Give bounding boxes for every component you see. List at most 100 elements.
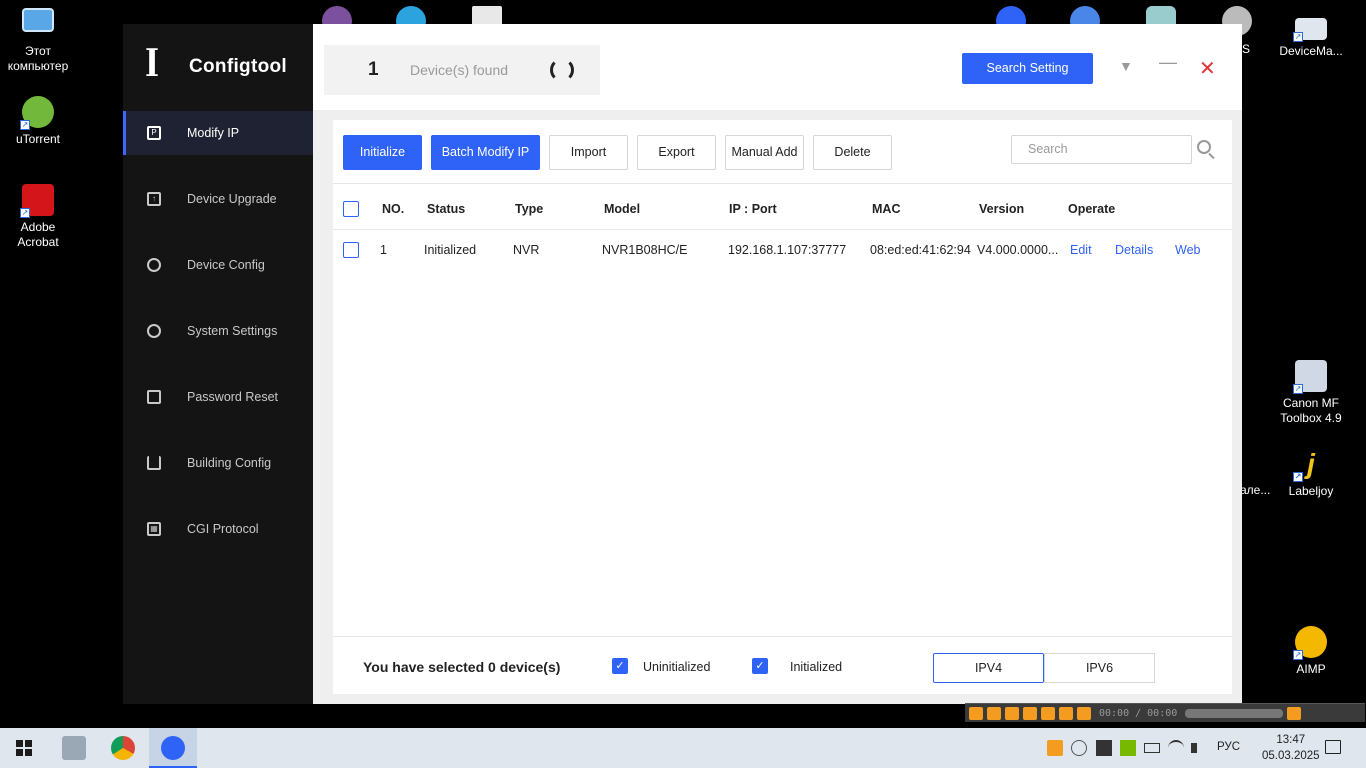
desktop-icon-labeljoy[interactable]: j ↗ Labeljoy bbox=[1273, 448, 1349, 499]
refresh-icon[interactable] bbox=[550, 58, 574, 82]
language-indicator[interactable]: РУС bbox=[1217, 741, 1240, 753]
ipv6-tab[interactable]: IPV6 bbox=[1044, 653, 1155, 683]
desktop-icon-label: Labeljoy bbox=[1288, 484, 1334, 498]
desktop-icon-label: Этот компьютер bbox=[7, 44, 69, 73]
search-setting-button[interactable]: Search Setting bbox=[962, 53, 1093, 84]
desktop-icon-label: DeviceMa... bbox=[1279, 44, 1343, 58]
pause-icon[interactable] bbox=[987, 706, 1001, 720]
uninitialized-label: Uninitialized bbox=[643, 660, 711, 674]
device-found-box: 1 Device(s) found bbox=[324, 45, 600, 95]
ipv4-tab[interactable]: IPV4 bbox=[933, 653, 1044, 683]
web-link[interactable]: Web bbox=[1175, 243, 1200, 257]
configtool-logo-icon: ꟾ bbox=[145, 49, 160, 84]
nvidia-tray-icon[interactable] bbox=[1120, 740, 1136, 756]
desktop-icon-this-pc[interactable]: Этот компьютер bbox=[0, 8, 76, 74]
player-time: 00:00 / 00:00 bbox=[1099, 707, 1178, 719]
aimp-tray-icon[interactable] bbox=[1047, 740, 1063, 756]
toolbar: Initialize Batch Modify IP Import Export… bbox=[333, 120, 1232, 184]
sidebar: ꟾ Configtool P Modify IP ↑ Device Upgrad… bbox=[123, 24, 313, 704]
desktop-icon-label: AIMP bbox=[1296, 662, 1326, 676]
device-panel: Initialize Batch Modify IP Import Export… bbox=[333, 120, 1232, 694]
desktop-icon-utorrent[interactable]: ↗ uTorrent bbox=[0, 96, 76, 147]
canon-icon: ↗ bbox=[1293, 360, 1327, 394]
close-icon[interactable]: ✕ bbox=[1199, 56, 1216, 81]
desktop-icon-aimp[interactable]: ↗ AIMP bbox=[1273, 626, 1349, 677]
aimp-icon: ↗ bbox=[1293, 626, 1327, 660]
volume-slider[interactable] bbox=[1185, 708, 1284, 718]
col-no: NO. bbox=[382, 201, 405, 216]
desktop-icon-canon-mf-toolbox[interactable]: ↗ Canon MF Toolbox 4.9 bbox=[1273, 360, 1349, 426]
labeljoy-icon: j ↗ bbox=[1293, 448, 1315, 482]
initialized-checkbox[interactable]: ✓ bbox=[752, 658, 768, 674]
desktop-icon-label: uTorrent bbox=[15, 132, 61, 146]
partial-desktop-label: але... bbox=[1240, 483, 1271, 497]
clock-date: 05.03.2025 bbox=[1262, 750, 1320, 762]
row-version: V4.000.0000... bbox=[977, 243, 1059, 257]
table-header: NO. Status Type Model IP : Port MAC Vers… bbox=[333, 188, 1232, 230]
calculator-icon bbox=[62, 736, 86, 760]
notifications-icon[interactable] bbox=[1325, 740, 1341, 754]
edit-link[interactable]: Edit bbox=[1070, 243, 1092, 257]
delete-button[interactable]: Delete bbox=[813, 135, 892, 170]
media-player-bar: 00:00 / 00:00 bbox=[965, 703, 1365, 722]
wifi-tray-icon[interactable] bbox=[1168, 740, 1184, 756]
sidebar-item-building-config[interactable]: Building Config bbox=[123, 441, 313, 485]
main-area: 1 Device(s) found Search Setting ▼ — ✕ I… bbox=[313, 24, 1242, 704]
search-icon[interactable] bbox=[1197, 140, 1211, 154]
row-status: Initialized bbox=[424, 243, 477, 257]
repeat-icon[interactable] bbox=[1059, 706, 1073, 720]
settings-icon bbox=[147, 324, 161, 338]
export-button[interactable]: Export bbox=[637, 135, 716, 170]
battery-tray-icon[interactable] bbox=[1144, 743, 1160, 753]
select-all-checkbox[interactable] bbox=[343, 200, 359, 217]
sidebar-nav: P Modify IP ↑ Device Upgrade Device Conf… bbox=[123, 111, 313, 573]
upgrade-icon: ↑ bbox=[147, 192, 161, 206]
taskbar-configtool[interactable] bbox=[149, 728, 197, 768]
brand: ꟾ Configtool bbox=[145, 50, 287, 84]
initialize-button[interactable]: Initialize bbox=[343, 135, 422, 170]
stop-icon[interactable] bbox=[1005, 706, 1019, 720]
start-button-windows-icon[interactable] bbox=[16, 740, 32, 756]
dropdown-triangle-icon[interactable]: ▼ bbox=[1119, 58, 1133, 74]
manual-add-button[interactable]: Manual Add bbox=[725, 135, 804, 170]
search-input[interactable]: Search bbox=[1011, 135, 1192, 164]
details-link[interactable]: Details bbox=[1115, 243, 1153, 257]
cloud-tray-icon[interactable] bbox=[1071, 740, 1087, 756]
sidebar-item-device-config[interactable]: Device Config bbox=[123, 243, 313, 287]
col-version: Version bbox=[979, 201, 1025, 216]
selected-count-text: You have selected 0 device(s) bbox=[363, 659, 561, 675]
row-model: NVR1B08HC/E bbox=[602, 243, 688, 257]
header: 1 Device(s) found Search Setting ▼ — ✕ bbox=[313, 24, 1242, 110]
chrome-icon bbox=[111, 736, 135, 760]
building-icon bbox=[147, 456, 161, 470]
volume-tray-icon[interactable] bbox=[1191, 743, 1207, 753]
sidebar-item-label: System Settings bbox=[187, 324, 278, 338]
monitor-tray-icon[interactable] bbox=[1096, 740, 1112, 756]
player-expand-icon[interactable] bbox=[1287, 706, 1302, 720]
desktop-icon-adobe-acrobat[interactable]: ↗ Adobe Acrobat bbox=[0, 184, 76, 250]
col-operate: Operate bbox=[1068, 201, 1116, 216]
sidebar-item-password-reset[interactable]: Password Reset bbox=[123, 375, 313, 419]
sidebar-item-modify-ip[interactable]: P Modify IP bbox=[123, 111, 313, 155]
clock[interactable]: 13:47 05.03.2025 bbox=[1262, 732, 1320, 764]
desktop-icon-devicemanager[interactable]: ↗ DeviceMa... bbox=[1273, 18, 1349, 59]
sidebar-item-label: Device Upgrade bbox=[187, 192, 277, 206]
sidebar-item-system-settings[interactable]: System Settings bbox=[123, 309, 313, 353]
play-icon[interactable] bbox=[969, 706, 983, 720]
row-checkbox[interactable] bbox=[343, 242, 359, 258]
sidebar-item-cgi-protocol[interactable]: ▦ CGI Protocol bbox=[123, 507, 313, 551]
table-row[interactable]: 1 Initialized NVR NVR1B08HC/E 192.168.1.… bbox=[333, 229, 1232, 271]
sidebar-item-device-upgrade[interactable]: ↑ Device Upgrade bbox=[123, 177, 313, 221]
taskbar-chrome[interactable] bbox=[99, 728, 147, 768]
import-button[interactable]: Import bbox=[549, 135, 628, 170]
next-icon[interactable] bbox=[1041, 706, 1055, 720]
row-type: NVR bbox=[513, 243, 540, 257]
row-no: 1 bbox=[380, 243, 387, 257]
batch-modify-ip-button[interactable]: Batch Modify IP bbox=[431, 135, 540, 170]
menu-icon[interactable] bbox=[1077, 706, 1091, 720]
footer: You have selected 0 device(s) ✓ Uninitia… bbox=[333, 636, 1232, 694]
taskbar-calculator[interactable] bbox=[50, 728, 98, 768]
uninitialized-checkbox[interactable]: ✓ bbox=[612, 658, 628, 674]
previous-icon[interactable] bbox=[1023, 706, 1037, 720]
minimize-icon[interactable]: — bbox=[1159, 52, 1177, 73]
